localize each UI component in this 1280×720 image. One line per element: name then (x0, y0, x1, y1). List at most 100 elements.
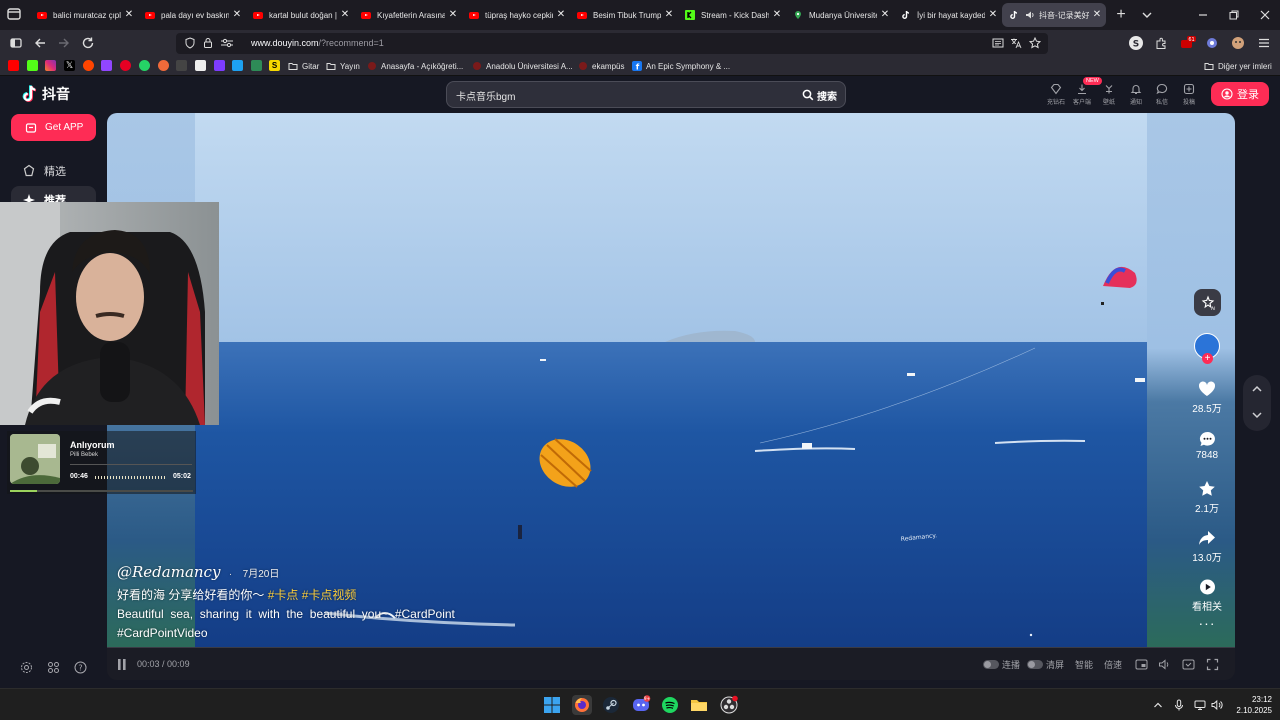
app-bookmark-icon[interactable]: S (269, 60, 280, 71)
steam-taskbar-icon[interactable] (601, 695, 621, 715)
header-item-message[interactable]: 私信 (1149, 81, 1175, 109)
bookmark-folder-gitar[interactable]: Gitar (288, 60, 319, 72)
header-item-diamond[interactable]: 充钻石 (1043, 81, 1069, 109)
douyin-logo[interactable]: 抖音 (22, 84, 70, 104)
translate-icon[interactable] (1010, 37, 1022, 49)
search-button[interactable]: 搜索 (802, 87, 837, 103)
tab-close-icon[interactable]: ✕ (1092, 10, 1102, 20)
minimize-icon[interactable] (1196, 8, 1210, 22)
app-bookmark-icon[interactable] (176, 60, 187, 71)
grid-icon[interactable] (47, 661, 60, 674)
bookmark-ekampus[interactable]: ekampüs (578, 60, 624, 72)
next-video-icon[interactable] (1250, 408, 1264, 422)
get-app-button[interactable]: Get APP (11, 114, 96, 141)
related-action[interactable]: 看相关 (1179, 579, 1235, 613)
comment-action[interactable]: 7848 (1179, 431, 1235, 461)
file-explorer-taskbar-icon[interactable] (689, 695, 709, 715)
favorite-action[interactable]: 2.1万 (1179, 480, 1235, 515)
tab-close-icon[interactable]: ✕ (340, 10, 350, 20)
tab-3[interactable]: Kıyafetlerin Arasına ✕ (354, 3, 462, 27)
tab-close-icon[interactable]: ✕ (556, 10, 566, 20)
header-item-wallpaper[interactable]: 壁纸 (1096, 81, 1122, 109)
reddit-bookmark-icon[interactable] (83, 60, 94, 71)
help-icon[interactable]: ? (74, 661, 87, 674)
speaker-icon[interactable] (1025, 10, 1035, 20)
toggle-switch[interactable] (1027, 660, 1043, 669)
tab-close-icon[interactable]: ✕ (124, 10, 134, 20)
spotify-taskbar-icon[interactable] (660, 695, 680, 715)
fullscreen-icon[interactable] (1206, 658, 1219, 671)
follow-button[interactable]: + (1202, 353, 1213, 364)
video-player[interactable]: Redamancy. AI + 28.5万 7848 2.1万 13.0万 看相… (107, 113, 1235, 680)
bookmark-folder-yayin[interactable]: Yayın (326, 60, 360, 72)
tab-close-icon[interactable]: ✕ (772, 10, 782, 20)
show-hidden-icons[interactable] (1152, 699, 1164, 711)
search-input[interactable] (456, 87, 756, 103)
youtube-bookmark-icon[interactable] (8, 60, 19, 71)
list-all-tabs-icon[interactable] (1140, 8, 1154, 22)
hashtag-link[interactable]: #卡点视频 (302, 588, 357, 602)
header-item-notify[interactable]: 通知 (1123, 81, 1149, 109)
toggle-switch[interactable] (983, 660, 999, 669)
tab-5[interactable]: Besim Tibuk Trump ✕ (570, 3, 678, 27)
tab-close-icon[interactable]: ✕ (232, 10, 242, 20)
login-button[interactable]: 登录 (1211, 82, 1269, 106)
back-icon[interactable] (33, 36, 47, 50)
tab-1[interactable]: pala dayı ev baskını ✕ (138, 3, 246, 27)
twitch-bookmark-icon[interactable] (101, 60, 112, 71)
menu-icon[interactable] (1257, 36, 1271, 50)
like-action[interactable]: 28.5万 (1179, 381, 1235, 415)
vpn-icon[interactable] (1205, 36, 1219, 50)
account-avatar-icon[interactable] (1231, 36, 1245, 50)
discord-taskbar-icon[interactable]: 9+ (631, 695, 651, 715)
app-bookmark-icon[interactable] (232, 60, 243, 71)
tab-close-icon[interactable]: ✕ (664, 10, 674, 20)
url-text[interactable]: www.douyin.com/?recommend=1 (251, 38, 384, 48)
app-bookmark-icon[interactable] (251, 60, 262, 71)
bookmark-other[interactable]: Diğer yer imleri (1204, 60, 1272, 72)
tab-close-icon[interactable]: ✕ (880, 10, 890, 20)
firefox-view-icon[interactable] (6, 6, 24, 24)
tab-close-icon[interactable]: ✕ (448, 10, 458, 20)
clear-screen-toggle[interactable]: 清屏 (1027, 658, 1064, 671)
header-item-client[interactable]: 客户端 NEW (1069, 77, 1102, 109)
permissions-icon[interactable] (220, 37, 234, 49)
youtube-counter-icon[interactable]: 61 (1180, 36, 1196, 50)
more-options-icon[interactable]: ··· (1179, 616, 1235, 630)
volume-tray-icon[interactable] (1211, 699, 1223, 711)
tab-0[interactable]: balici muratcaz çıplak ✕ (30, 3, 138, 27)
new-tab-button[interactable]: + (1113, 7, 1129, 23)
bookmark-anasayfa[interactable]: Anasayfa - Açıköğreti... (367, 60, 463, 72)
instagram-bookmark-icon[interactable] (45, 60, 56, 71)
bookmark-star-icon[interactable] (1029, 37, 1041, 49)
system-clock[interactable]: 23:12 2.10.2025 (1232, 694, 1272, 716)
sidebar-item-featured[interactable]: 精选 (11, 157, 96, 185)
obs-taskbar-icon[interactable] (719, 695, 739, 715)
settings-icon[interactable] (20, 661, 33, 674)
tab-2[interactable]: kartal bulut doğan | sec ✕ (246, 3, 354, 27)
bookmark-epic-symphony[interactable]: f An Epic Symphony & ... (632, 60, 730, 72)
tab-close-icon[interactable]: ✕ (988, 10, 998, 20)
bookmark-anadolu[interactable]: Anadolu Üniversitesi A... (472, 60, 573, 72)
pinterest-bookmark-icon[interactable] (120, 60, 131, 71)
reader-view-icon[interactable] (992, 37, 1004, 49)
web-fullscreen-icon[interactable] (1182, 658, 1195, 671)
reload-icon[interactable] (81, 36, 95, 50)
network-icon[interactable] (1194, 699, 1206, 711)
speed-button[interactable]: 倍速 (1104, 658, 1122, 671)
close-window-icon[interactable] (1258, 8, 1272, 22)
tab-6[interactable]: Stream - Kick Dashb ✕ (678, 3, 786, 27)
forward-icon[interactable] (57, 36, 71, 50)
author-name[interactable]: @Redamancy (117, 563, 220, 581)
app-bookmark-icon[interactable] (195, 60, 206, 71)
x-bookmark-icon[interactable]: 𝕏 (64, 60, 75, 71)
lock-icon[interactable] (202, 37, 214, 49)
sidebar-toggle-icon[interactable] (9, 36, 23, 50)
restore-icon[interactable] (1227, 8, 1241, 22)
firefox-taskbar-icon[interactable] (572, 695, 592, 715)
picture-in-picture-icon[interactable] (1135, 658, 1148, 671)
tab-9-active[interactable]: 抖音-记录美好生活 ✕ (1002, 3, 1106, 27)
app-bookmark-icon[interactable] (214, 60, 225, 71)
extension-s-icon[interactable]: S (1129, 36, 1143, 50)
app-bookmark-icon[interactable] (158, 60, 169, 71)
